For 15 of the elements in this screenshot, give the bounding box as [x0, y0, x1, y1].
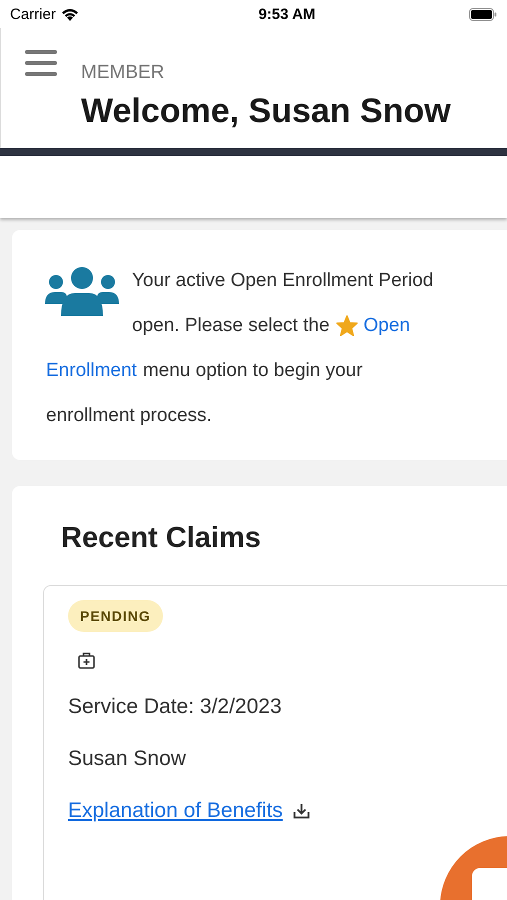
clock: 9:53 AM	[258, 6, 316, 22]
enrollment-message: enrollment process.	[46, 404, 212, 428]
open-enrollment-link[interactable]: Open	[364, 303, 410, 348]
eob-link[interactable]: Explanation of Benefits	[68, 799, 283, 823]
role-label: MEMBER	[81, 62, 166, 84]
open-enrollment-link[interactable]: Enrollment	[46, 348, 137, 393]
carrier-label: Carrier	[10, 6, 56, 22]
welcome-title: Welcome, Susan Snow	[81, 92, 451, 131]
enrollment-message: open. Please select the	[132, 314, 330, 338]
enrollment-message: menu option to begin your	[142, 359, 363, 383]
member-name: Susan Snow	[68, 747, 186, 771]
status-badge: PENDING	[68, 600, 163, 632]
enrollment-message: Your active Open Enrollment Period	[132, 269, 434, 293]
service-date: Service Date: 3/2/2023	[68, 695, 282, 719]
section-title: Recent Claims	[61, 522, 262, 555]
